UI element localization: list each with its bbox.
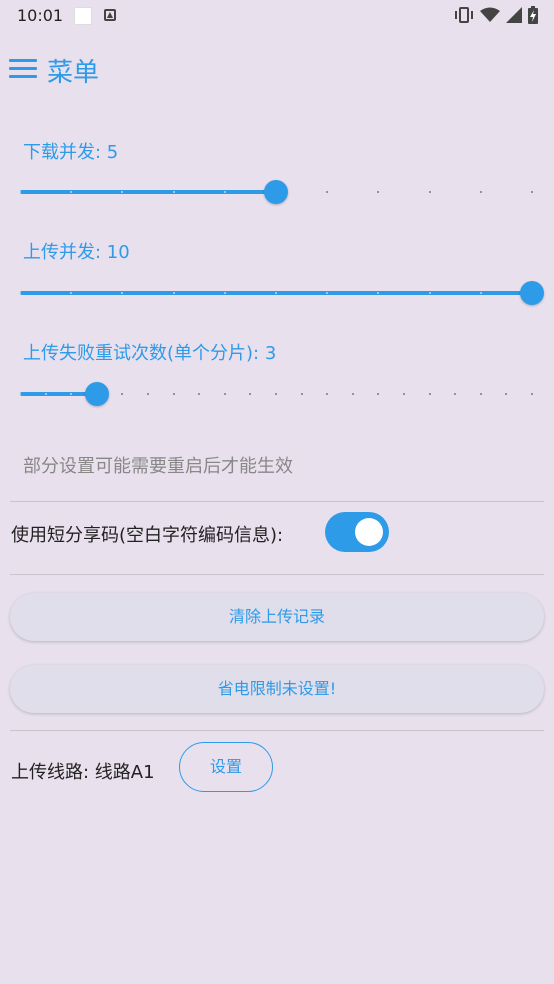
slider-tick [326, 191, 329, 193]
slider-tick [479, 393, 482, 395]
route-settings-button[interactable]: 设置 [179, 742, 273, 792]
slider-tick [377, 191, 380, 193]
slider-tick [531, 393, 533, 395]
slider-thumb[interactable] [520, 281, 544, 305]
slider-tick [172, 191, 175, 193]
slider-tick [223, 191, 226, 193]
white-square-icon [74, 7, 92, 25]
divider [10, 730, 544, 731]
slider-tick [147, 393, 149, 395]
app-bar: 菜单 [0, 48, 554, 92]
slider-tick [223, 292, 226, 294]
slider-tick [326, 393, 329, 395]
toggle-knob [355, 518, 383, 546]
upload-route-label: 上传线路: 线路A1 [11, 762, 155, 783]
battery-charging-icon [528, 6, 538, 24]
slider-tick [44, 393, 47, 395]
slider-tick [249, 393, 252, 395]
slider-tick [172, 292, 175, 294]
status-time: 10:01 [17, 6, 64, 25]
slider-tick [479, 191, 482, 193]
slider-tick [531, 191, 533, 193]
divider [10, 574, 544, 575]
slider-tick [377, 393, 380, 395]
upload-concurrency-label: 上传并发: 10 [23, 242, 130, 263]
slider-tick [403, 393, 405, 395]
slider-tick [19, 393, 21, 395]
restart-hint: 部分设置可能需要重启后才能生效 [23, 456, 293, 477]
slider-tick [275, 393, 277, 395]
wifi-icon [480, 7, 500, 22]
clear-upload-records-button[interactable]: 清除上传记录 [10, 593, 544, 641]
slider-tick [198, 393, 201, 395]
slider-tick [19, 292, 21, 294]
upload-concurrency-slider[interactable] [19, 278, 544, 308]
slider-tick [428, 393, 431, 395]
slider-tick [454, 393, 457, 395]
slider-thumb[interactable] [264, 180, 288, 204]
slider-tick [121, 393, 124, 395]
slider-active-track [20, 190, 276, 194]
status-icons [454, 6, 538, 24]
slider-tick [172, 393, 175, 395]
short-code-toggle[interactable] [325, 512, 389, 552]
menu-title: 菜单 [47, 58, 100, 88]
short-code-label: 使用短分享码(空白字符编码信息): [11, 525, 284, 546]
slider-tick [351, 393, 354, 395]
upload-retry-label: 上传失败重试次数(单个分片): 3 [23, 343, 277, 364]
slider-tick [223, 393, 226, 395]
slider-thumb[interactable] [84, 382, 109, 406]
signal-icon [506, 7, 522, 23]
slider-tick [428, 191, 431, 193]
hamburger-menu-icon[interactable] [9, 57, 39, 81]
slider-tick [275, 292, 277, 294]
vibrate-icon [455, 7, 473, 23]
slider-tick [19, 191, 21, 193]
slider-tick [428, 292, 431, 294]
download-concurrency-label: 下载并发: 5 [23, 142, 119, 163]
slider-tick [505, 393, 508, 395]
slider-tick [479, 292, 482, 294]
a-badge-icon: ▲ [104, 9, 116, 21]
divider [10, 501, 544, 502]
status-bar: 10:01 ▲ [0, 0, 554, 32]
slider-tick [300, 393, 303, 395]
download-concurrency-slider[interactable] [19, 177, 533, 207]
battery-restriction-button[interactable]: 省电限制未设置! [10, 665, 544, 713]
upload-retry-slider[interactable] [19, 379, 533, 409]
